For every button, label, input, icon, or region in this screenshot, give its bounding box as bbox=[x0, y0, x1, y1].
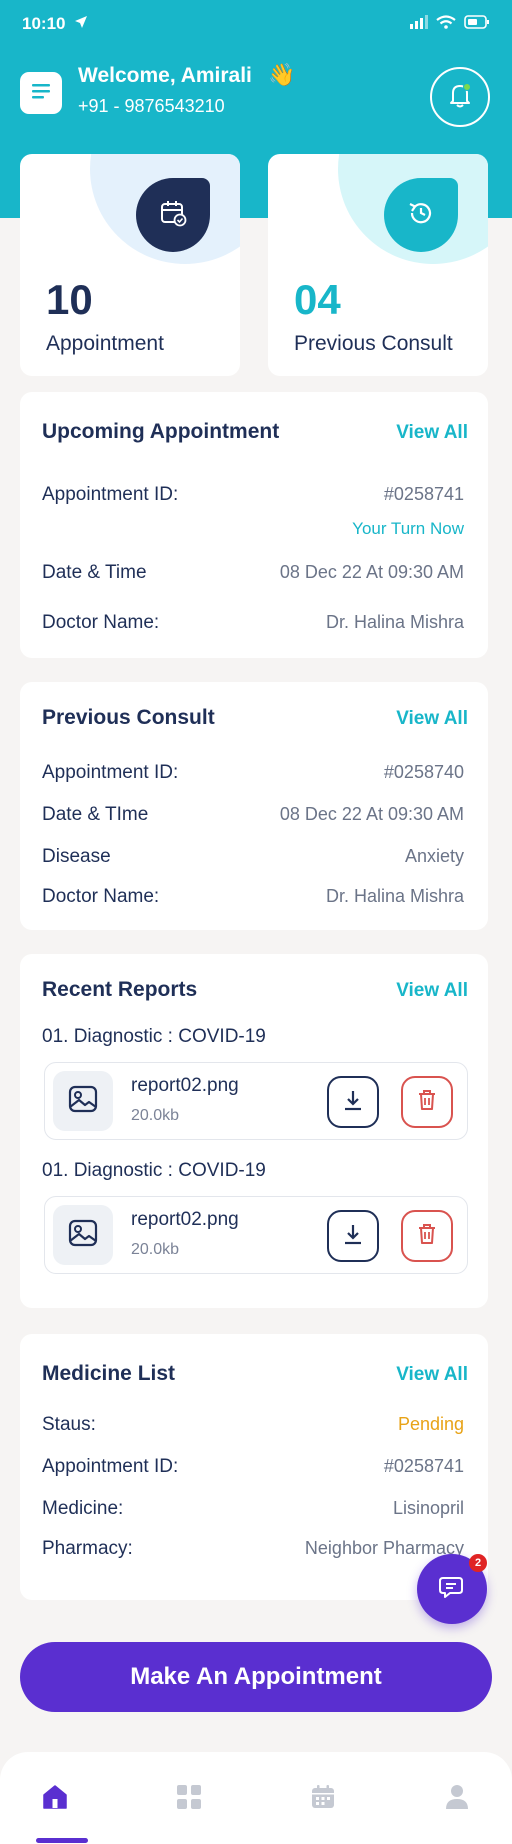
signal-icon bbox=[410, 14, 428, 34]
image-icon bbox=[67, 1083, 99, 1120]
download-button[interactable] bbox=[327, 1210, 379, 1262]
previous-consult-card: Previous Consult View All Appointment ID… bbox=[20, 682, 488, 930]
nav-calendar[interactable] bbox=[306, 1782, 340, 1816]
report-thumbnail bbox=[53, 1071, 113, 1131]
status-icons bbox=[410, 14, 490, 34]
notification-button[interactable] bbox=[430, 67, 490, 127]
report-file-item[interactable]: report02.png 20.0kb bbox=[44, 1062, 468, 1140]
upcoming-appointment-card: Upcoming Appointment View All Appointmen… bbox=[20, 392, 488, 658]
medicine-id-value: #0258741 bbox=[383, 1456, 464, 1476]
upcoming-date-value: 08 Dec 22 At 09:30 AM bbox=[279, 562, 464, 582]
medicine-name-value: Lisinopril bbox=[392, 1498, 464, 1518]
appointments-stat-card[interactable]: 10 Appointment bbox=[20, 154, 240, 376]
chat-icon bbox=[435, 1570, 469, 1609]
nav-active-indicator bbox=[36, 1838, 88, 1843]
battery-icon bbox=[464, 14, 490, 34]
upcoming-id-label: Appointment ID: bbox=[42, 484, 179, 505]
nav-profile[interactable] bbox=[440, 1782, 474, 1816]
appointment-badge bbox=[136, 178, 210, 252]
medicine-id-label: Appointment ID: bbox=[42, 1456, 179, 1477]
previous-title: Previous Consult bbox=[42, 706, 215, 729]
delete-button[interactable] bbox=[401, 1076, 453, 1128]
history-icon bbox=[406, 198, 436, 233]
report-file-item[interactable]: report02.png 20.0kb bbox=[44, 1196, 468, 1274]
medicine-name-label: Medicine: bbox=[42, 1498, 124, 1519]
menu-button[interactable] bbox=[20, 72, 62, 114]
report-diagnostic-label: 01. Diagnostic : COVID-19 bbox=[42, 1160, 266, 1181]
disease-value: Anxiety bbox=[404, 846, 464, 866]
upcoming-title: Upcoming Appointment bbox=[42, 420, 280, 443]
status-bar: 10:10 bbox=[0, 0, 512, 48]
consult-label: Previous Consult bbox=[294, 332, 453, 355]
appointment-count: 10 bbox=[46, 276, 93, 323]
recent-reports-card: Recent Reports View All 01. Diagnostic :… bbox=[20, 954, 488, 1308]
reports-view-all-link[interactable]: View All bbox=[396, 980, 468, 1002]
trash-icon bbox=[414, 1221, 440, 1252]
turn-status: Your Turn Now bbox=[352, 519, 464, 538]
previous-consult-stat-card[interactable]: 04 Previous Consult bbox=[268, 154, 488, 376]
medicine-view-all-link[interactable]: View All bbox=[396, 1364, 468, 1386]
delete-button[interactable] bbox=[401, 1210, 453, 1262]
medicine-title: Medicine List bbox=[42, 1362, 176, 1385]
previous-doctor-label: Doctor Name: bbox=[42, 886, 160, 907]
location-arrow-icon bbox=[74, 14, 88, 34]
previous-doctor-value: Dr. Halina Mishra bbox=[325, 886, 464, 906]
upcoming-id-value: #0258741 bbox=[383, 484, 464, 504]
trash-icon bbox=[414, 1087, 440, 1118]
report-file-name: report02.png bbox=[131, 1075, 239, 1096]
calendar-check-icon bbox=[158, 198, 188, 233]
menu-icon bbox=[30, 82, 52, 105]
medicine-status-value: Pending bbox=[397, 1414, 464, 1434]
nav-dashboard[interactable] bbox=[172, 1782, 206, 1816]
appointment-label: Appointment bbox=[46, 332, 164, 355]
bottom-navigation bbox=[0, 1752, 512, 1844]
download-button[interactable] bbox=[327, 1076, 379, 1128]
wifi-icon bbox=[436, 14, 456, 34]
upcoming-doctor-value: Dr. Halina Mishra bbox=[325, 612, 464, 632]
report-thumbnail bbox=[53, 1205, 113, 1265]
bell-icon bbox=[445, 80, 475, 115]
welcome-block: Welcome, Amirali +91 - 9876543210 bbox=[78, 64, 252, 117]
nav-home[interactable] bbox=[38, 1782, 72, 1816]
report-file-size: 20.0kb bbox=[131, 1241, 180, 1258]
consult-count: 04 bbox=[294, 276, 341, 323]
calendar-icon bbox=[308, 1782, 338, 1817]
upcoming-date-label: Date & Time bbox=[42, 562, 147, 583]
consult-badge bbox=[384, 178, 458, 252]
grid-icon bbox=[174, 1782, 204, 1817]
previous-id-value: #0258740 bbox=[383, 762, 464, 782]
previous-view-all-link[interactable]: View All bbox=[396, 708, 468, 730]
make-appointment-button[interactable]: Make An Appointment bbox=[20, 1642, 492, 1712]
upcoming-view-all-link[interactable]: View All bbox=[396, 422, 468, 444]
status-time: 10:10 bbox=[22, 14, 66, 33]
chat-button[interactable]: 2 bbox=[417, 1554, 487, 1624]
report-file-size: 20.0kb bbox=[131, 1107, 180, 1124]
previous-id-label: Appointment ID: bbox=[42, 762, 179, 783]
reports-title: Recent Reports bbox=[42, 978, 198, 1001]
report-file-name: report02.png bbox=[131, 1209, 239, 1230]
welcome-title: Welcome, Amirali bbox=[78, 64, 252, 87]
previous-date-value: 08 Dec 22 At 09:30 AM bbox=[279, 804, 464, 824]
previous-date-label: Date & TIme bbox=[42, 804, 149, 825]
pharmacy-label: Pharmacy: bbox=[42, 1538, 133, 1559]
wave-emoji: 👋 bbox=[268, 62, 296, 87]
medicine-status-label: Staus: bbox=[42, 1414, 96, 1435]
medicine-list-card: Medicine List View All Staus: Pending Ap… bbox=[20, 1334, 488, 1600]
disease-label: Disease bbox=[42, 846, 111, 867]
profile-icon bbox=[442, 1782, 472, 1817]
report-diagnostic-label: 01. Diagnostic : COVID-19 bbox=[42, 1026, 266, 1047]
download-icon bbox=[340, 1221, 366, 1252]
image-icon bbox=[67, 1217, 99, 1254]
upcoming-doctor-label: Doctor Name: bbox=[42, 612, 160, 633]
download-icon bbox=[340, 1087, 366, 1118]
chat-unread-badge: 2 bbox=[469, 1554, 487, 1572]
phone-number: +91 - 9876543210 bbox=[78, 96, 225, 116]
home-icon bbox=[40, 1782, 70, 1817]
